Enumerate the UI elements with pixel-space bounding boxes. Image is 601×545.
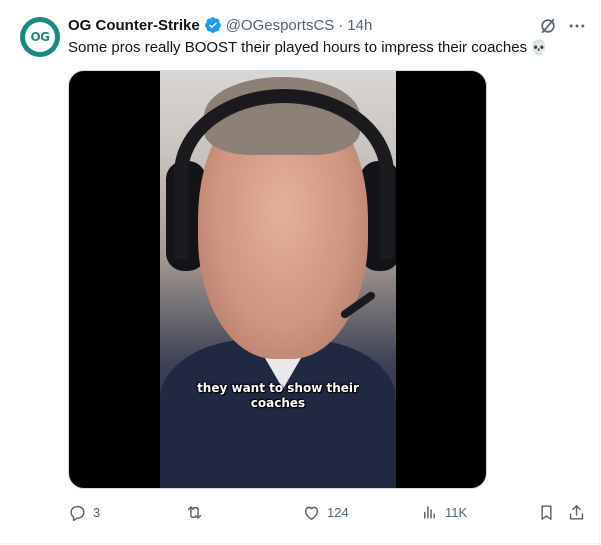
avatar[interactable]: OG <box>20 17 60 57</box>
og-logo-icon: OG <box>25 22 55 52</box>
caption-line-1: they want to show their <box>197 381 359 395</box>
share-icon <box>569 504 584 520</box>
caption-line-2: coaches <box>250 396 306 410</box>
video-frame: they want to show their coaches <box>160 71 396 488</box>
separator-dot: · <box>338 16 344 34</box>
views-button[interactable]: 11K <box>420 500 467 524</box>
skull-emoji-icon: 💀 <box>530 40 548 56</box>
tweet-card[interactable]: OG OG Counter-Strike @OGesportsCS · 14h … <box>0 0 600 544</box>
repost-icon <box>187 505 202 519</box>
bookmark-button[interactable] <box>537 500 556 524</box>
video-caption: they want to show their coaches <box>160 381 396 411</box>
more-options-icon[interactable] <box>567 16 587 36</box>
headset-band <box>174 89 394 259</box>
like-count: 124 <box>327 504 349 520</box>
author-name[interactable]: OG Counter-Strike <box>68 17 200 34</box>
tweet-header: OG Counter-Strike @OGesportsCS · 14h <box>68 15 372 35</box>
verified-badge-icon[interactable] <box>204 16 222 34</box>
bookmark-icon <box>541 504 552 520</box>
repost-button[interactable] <box>185 500 210 524</box>
like-button[interactable]: 124 <box>302 500 349 524</box>
reply-count: 3 <box>93 504 101 520</box>
heart-icon <box>304 506 319 520</box>
tweet-text: Some pros really BOOST their played hour… <box>68 38 548 58</box>
author-handle[interactable]: @OGesportsCS <box>226 17 335 34</box>
reply-icon <box>70 505 85 521</box>
video-player[interactable]: they want to show their coaches <box>68 70 487 489</box>
grok-icon[interactable] <box>538 16 558 36</box>
avatar-logo-text: OG <box>30 30 50 44</box>
reply-button[interactable]: 3 <box>68 500 100 524</box>
views-chart-icon <box>424 505 435 519</box>
views-count: 11K <box>445 504 468 520</box>
action-bar: 3 124 11K <box>0 500 601 524</box>
timestamp[interactable]: 14h <box>347 17 372 34</box>
share-button[interactable] <box>567 500 586 524</box>
tweet-body: Some pros really BOOST their played hour… <box>68 39 528 56</box>
